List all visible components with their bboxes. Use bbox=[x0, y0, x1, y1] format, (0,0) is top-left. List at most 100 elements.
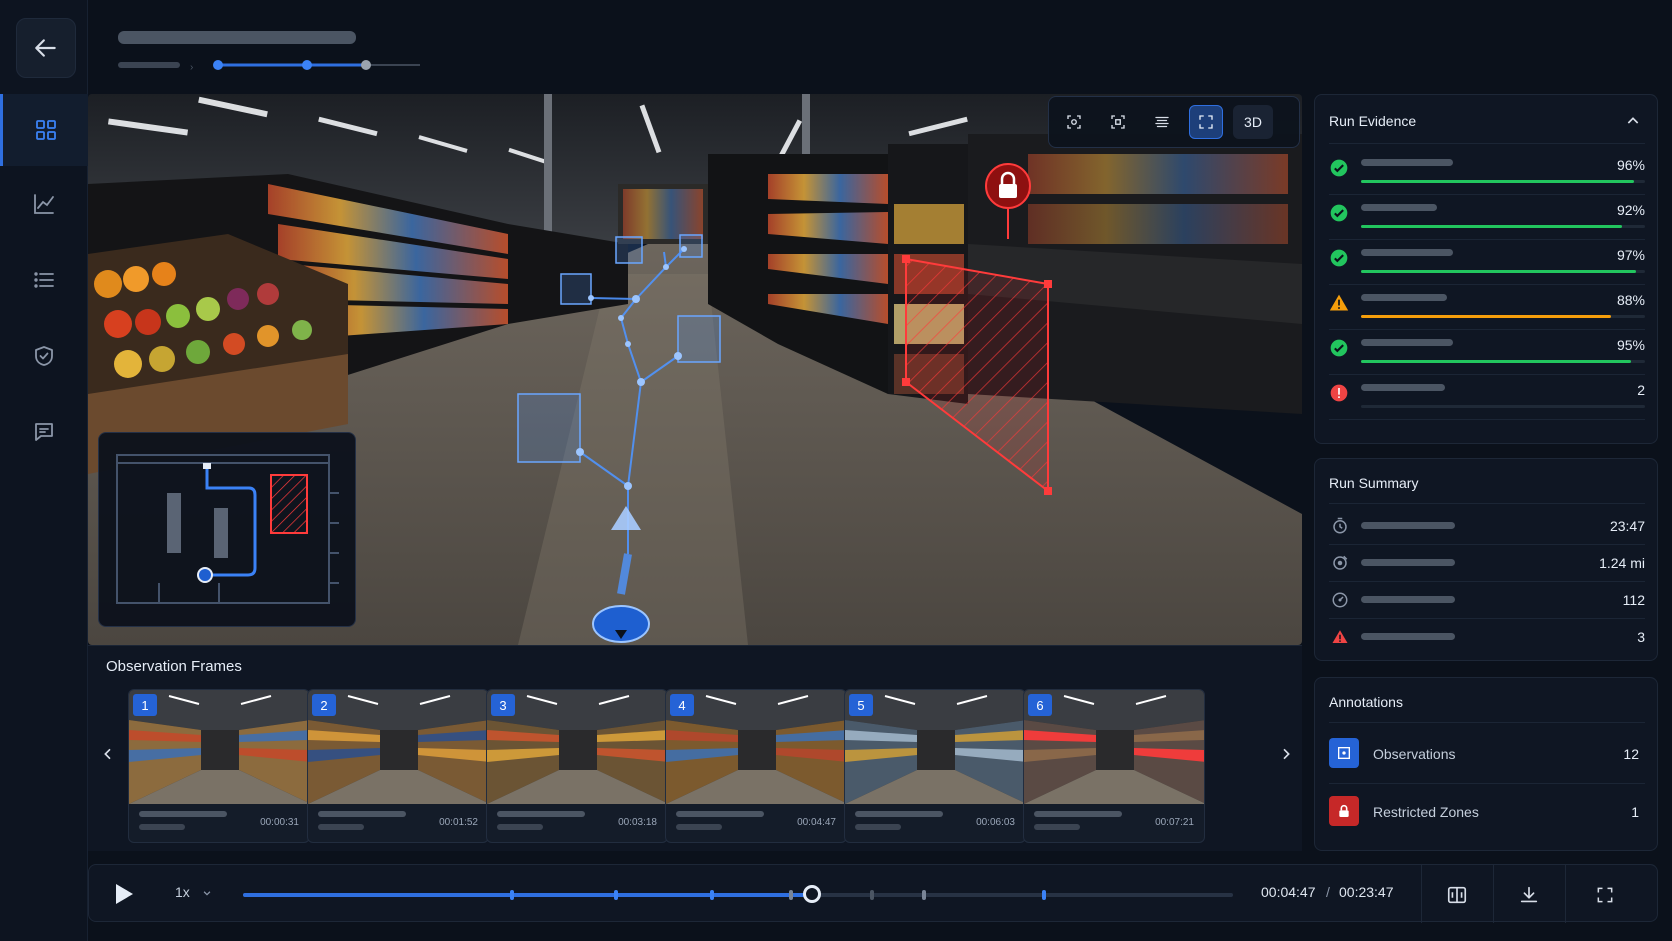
frame-timestamp: 00:00:31 bbox=[260, 817, 299, 828]
play-button[interactable] bbox=[111, 881, 137, 907]
nav-item-dashboard[interactable] bbox=[0, 94, 88, 166]
timeline-scrubber[interactable] bbox=[803, 885, 822, 903]
observation-frames-title: Observation Frames bbox=[106, 658, 242, 675]
observation-frame[interactable]: 3 00:03:18 bbox=[486, 689, 668, 843]
observation-box-icon bbox=[1329, 738, 1359, 768]
playback-bar: 1x 00:04:47 / 00:23:47 bbox=[88, 864, 1658, 923]
frame-number: 4 bbox=[670, 694, 694, 716]
nav-item-list[interactable] bbox=[0, 244, 88, 316]
timeline-marker[interactable] bbox=[922, 890, 927, 900]
annotations-title: Annotations bbox=[1329, 694, 1403, 710]
evidence-row[interactable]: 88% bbox=[1329, 284, 1645, 330]
split-view-button[interactable] bbox=[1437, 875, 1477, 915]
alert-triangle-icon bbox=[1332, 630, 1348, 643]
view-toolbar: 3D bbox=[1048, 96, 1300, 148]
evidence-progress bbox=[1361, 225, 1645, 228]
annotation-row-restricted-zones[interactable]: Restricted Zones 1 bbox=[1329, 786, 1645, 842]
timeline-marker[interactable] bbox=[789, 890, 794, 900]
run-summary-title: Run Summary bbox=[1329, 475, 1419, 491]
focus-frame-icon bbox=[1067, 115, 1081, 129]
observation-frame[interactable]: 2 00:01:52 bbox=[307, 689, 489, 843]
back-button[interactable] bbox=[16, 18, 76, 78]
summary-value: 23:47 bbox=[1609, 518, 1645, 534]
nav-item-analytics[interactable] bbox=[0, 168, 88, 240]
observation-frame[interactable]: 6 00:07:21 bbox=[1023, 689, 1205, 843]
frame-timestamp: 00:06:03 bbox=[976, 817, 1015, 828]
timeline-marker[interactable] bbox=[710, 890, 715, 900]
frame-timestamp: 00:04:47 bbox=[797, 817, 836, 828]
check-circle-icon bbox=[1330, 159, 1348, 177]
timeline-marker[interactable] bbox=[510, 890, 515, 900]
evidence-value: 95% bbox=[1616, 337, 1645, 353]
timeline-marker[interactable] bbox=[1041, 890, 1046, 900]
frame-number: 1 bbox=[133, 694, 157, 716]
summary-row: 23:47 bbox=[1329, 507, 1645, 545]
floorplan-map bbox=[116, 454, 339, 604]
gauge-icon bbox=[1332, 592, 1348, 608]
frame-number: 5 bbox=[849, 694, 873, 716]
frames-next-button[interactable] bbox=[1274, 742, 1298, 766]
focus-button[interactable] bbox=[1057, 105, 1091, 139]
svg-text:›: › bbox=[190, 62, 193, 73]
annotation-count: 1 bbox=[1631, 804, 1639, 820]
frame-number: 3 bbox=[491, 694, 515, 716]
evidence-value: 92% bbox=[1616, 202, 1645, 218]
frame-thumbnail: 4 bbox=[666, 690, 846, 804]
frame-thumbnail: 1 bbox=[129, 690, 309, 804]
chevron-left-icon bbox=[104, 748, 111, 760]
frames-prev-button[interactable] bbox=[96, 742, 120, 766]
fullscreen-button[interactable] bbox=[1585, 875, 1625, 915]
evidence-row[interactable]: 97% bbox=[1329, 239, 1645, 285]
grid-icon bbox=[35, 120, 56, 140]
timeline-marker[interactable] bbox=[614, 890, 619, 900]
error-icon bbox=[1330, 384, 1348, 402]
evidence-value: 2 bbox=[1637, 382, 1645, 398]
frame-number: 6 bbox=[1028, 694, 1052, 716]
capture-button[interactable] bbox=[1101, 105, 1135, 139]
nav-item-messages[interactable] bbox=[0, 396, 88, 468]
observation-frame[interactable]: 1 00:00:31 bbox=[128, 689, 310, 843]
timer-icon bbox=[1333, 517, 1347, 534]
chart-line-icon bbox=[34, 194, 54, 214]
evidence-row[interactable]: 92% bbox=[1329, 194, 1645, 240]
layers-button[interactable] bbox=[1145, 105, 1179, 139]
chevron-right-icon bbox=[1283, 748, 1290, 760]
annotation-row-observations[interactable]: Observations 12 bbox=[1329, 728, 1645, 784]
download-button[interactable] bbox=[1509, 875, 1549, 915]
play-icon bbox=[116, 884, 133, 904]
evidence-progress bbox=[1361, 360, 1645, 363]
frame-number: 2 bbox=[312, 694, 336, 716]
evidence-value: 96% bbox=[1616, 157, 1645, 173]
speed-select[interactable]: 1x bbox=[175, 884, 212, 900]
observation-frame[interactable]: 4 00:04:47 bbox=[665, 689, 847, 843]
run-evidence-title: Run Evidence bbox=[1329, 113, 1417, 129]
distance-icon bbox=[1333, 555, 1348, 570]
arrow-left-icon bbox=[35, 39, 56, 57]
annotations-panel: Annotations Observations 12 Restricted Z… bbox=[1314, 677, 1658, 851]
timeline-track[interactable] bbox=[243, 885, 1233, 903]
chevron-up-icon[interactable] bbox=[1625, 113, 1641, 129]
check-circle-icon bbox=[1330, 204, 1348, 222]
timeline-progress bbox=[243, 893, 813, 897]
message-icon bbox=[35, 423, 53, 441]
evidence-progress bbox=[1361, 315, 1645, 318]
lock-icon bbox=[1329, 796, 1359, 826]
current-time: 00:04:47 bbox=[1261, 884, 1316, 900]
speed-value: 1x bbox=[175, 884, 190, 900]
fullscreen-icon bbox=[1597, 887, 1613, 903]
evidence-row[interactable]: 95% bbox=[1329, 329, 1645, 375]
nav-item-security[interactable] bbox=[0, 320, 88, 392]
run-summary-panel: Run Summary 23:47 1.24 mi 112 3 bbox=[1314, 458, 1658, 661]
page-title-placeholder bbox=[118, 31, 356, 44]
fullscreen-view-button[interactable] bbox=[1189, 105, 1223, 139]
evidence-row[interactable]: 96% bbox=[1329, 149, 1645, 195]
time-separator: / bbox=[1326, 884, 1330, 900]
observation-frame[interactable]: 5 00:06:03 bbox=[844, 689, 1026, 843]
frame-timestamp: 00:01:52 bbox=[439, 817, 478, 828]
minimap[interactable] bbox=[98, 432, 356, 627]
mode-3d-button[interactable]: 3D bbox=[1233, 105, 1273, 139]
evidence-row[interactable]: 2 bbox=[1329, 374, 1645, 420]
timeline-marker[interactable] bbox=[869, 890, 874, 900]
frame-timestamp: 00:03:18 bbox=[618, 817, 657, 828]
evidence-value: 97% bbox=[1616, 247, 1645, 263]
